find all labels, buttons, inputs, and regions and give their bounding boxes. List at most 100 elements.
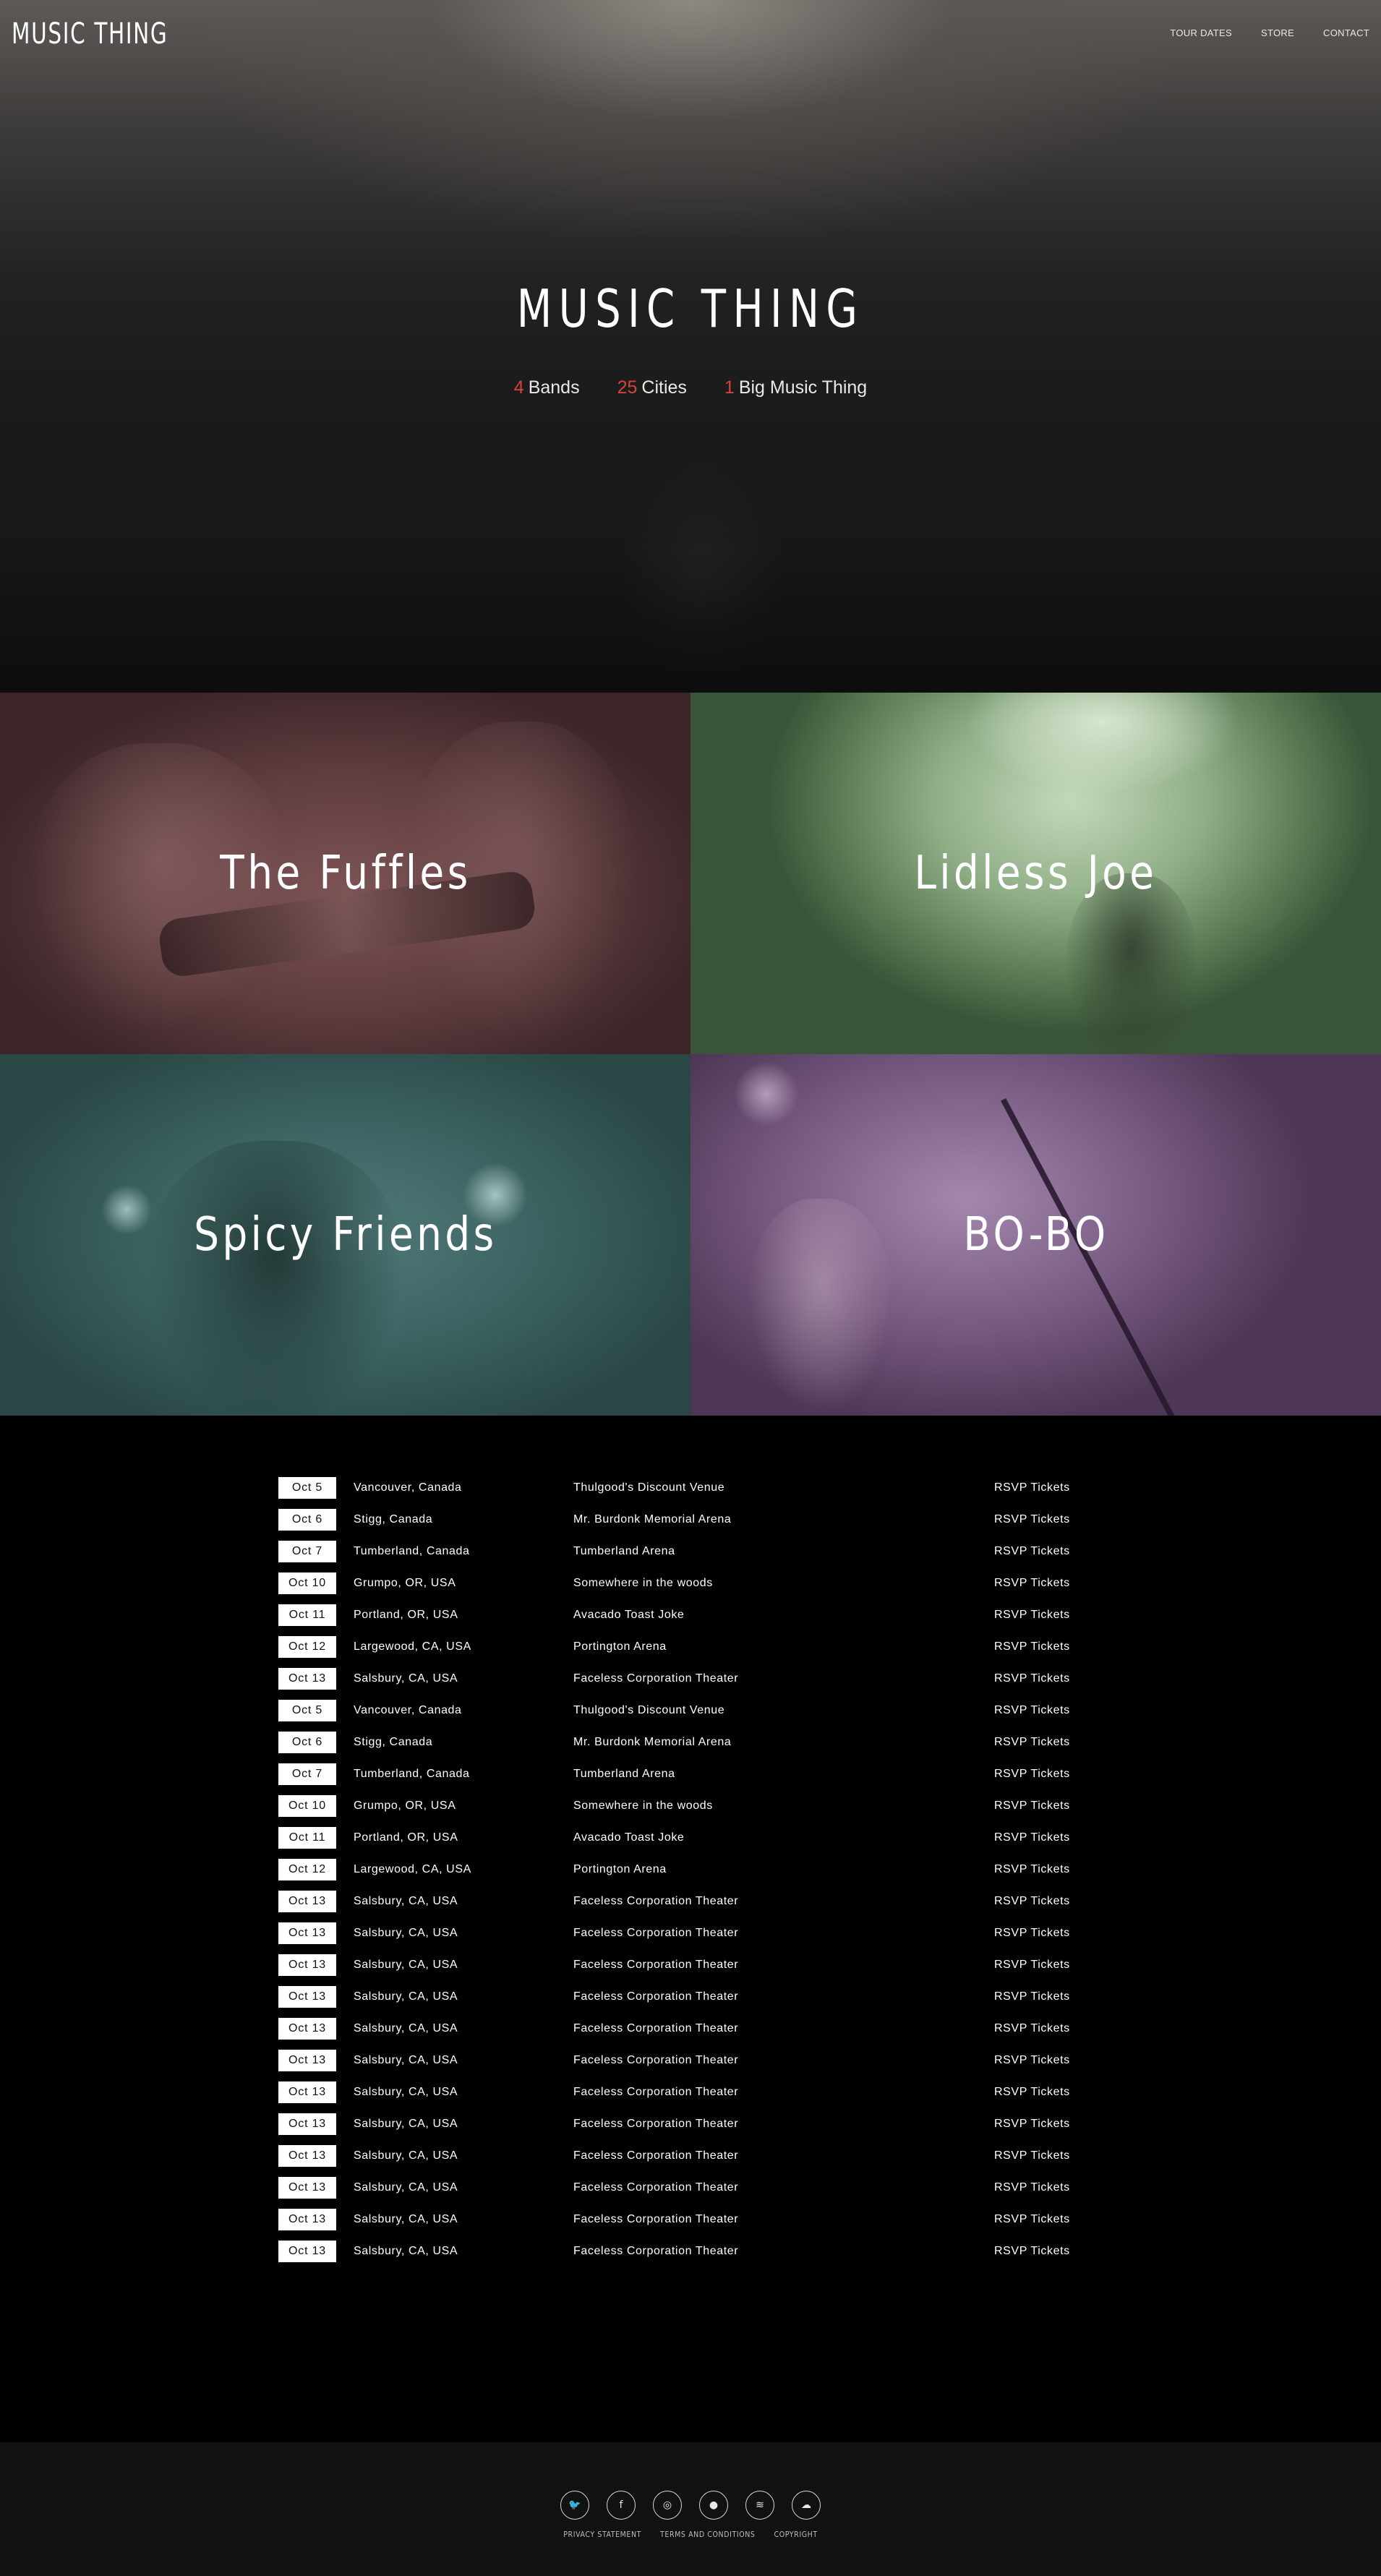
rsvp-tickets-link[interactable]: RSVP Tickets (994, 2245, 1070, 2258)
tour-city: Salsbury, CA, USA (354, 1672, 458, 1685)
rsvp-tickets-link[interactable]: RSVP Tickets (994, 1640, 1070, 1653)
rsvp-tickets-link[interactable]: RSVP Tickets (994, 2181, 1070, 2194)
tour-row: Oct 10 Grumpo, OR, USA Somewhere in the wo… (278, 1567, 1103, 1599)
tour-venue: Faceless Corporation Theater (573, 2022, 739, 2034)
footer-links: PRIVACY STATEMENT TERMS AND CONDITIONS C… (0, 2530, 1381, 2539)
band-tile-the-fuffles[interactable]: The Fuffles (0, 693, 690, 1054)
band-tile-lidless-joe[interactable]: Lidless Joe (690, 693, 1381, 1054)
tour-venue: Somewhere in the woods (573, 1800, 713, 1812)
facebook-icon[interactable]: f (607, 2491, 636, 2520)
tour-city: Salsbury, CA, USA (354, 1990, 458, 2003)
rsvp-tickets-link[interactable]: RSVP Tickets (994, 1513, 1070, 1526)
band-tile-bo-bo[interactable]: BO-BO (690, 1054, 1381, 1416)
tour-city: Stigg, Canada (354, 1736, 433, 1748)
tour-date-badge: Oct 13 (278, 1922, 336, 1944)
nav-store[interactable]: STORE (1261, 27, 1294, 38)
tour-venue: Mr. Burdonk Memorial Arena (573, 1736, 732, 1748)
rsvp-tickets-link[interactable]: RSVP Tickets (994, 2149, 1070, 2162)
rsvp-tickets-link[interactable]: RSVP Tickets (994, 2054, 1070, 2067)
rsvp-tickets-link[interactable]: RSVP Tickets (994, 1704, 1070, 1717)
circle-logo-icon[interactable]: ● (699, 2491, 728, 2520)
tour-row: Oct 10 Grumpo, OR, USA Somewhere in the wo… (278, 1790, 1103, 1822)
stat-label: Bands (528, 377, 580, 398)
tour-date-badge: Oct 6 (278, 1732, 336, 1753)
rsvp-tickets-link[interactable]: RSVP Tickets (994, 1831, 1070, 1844)
nav-contact[interactable]: CONTACT (1323, 27, 1369, 38)
soundcloud-icon[interactable]: ☁ (792, 2491, 821, 2520)
rsvp-tickets-link[interactable]: RSVP Tickets (994, 1577, 1070, 1590)
tour-row: Oct 6 Stigg, Canada Mr. Burdonk Memorial A… (278, 1726, 1103, 1758)
tour-row: Oct 13 Salsbury, CA, USA Faceless Corporat… (278, 2045, 1103, 2076)
tour-venue: Faceless Corporation Theater (573, 2245, 739, 2257)
tour-venue: Faceless Corporation Theater (573, 2118, 739, 2130)
rsvp-tickets-link[interactable]: RSVP Tickets (994, 1609, 1070, 1622)
rsvp-tickets-link[interactable]: RSVP Tickets (994, 1481, 1070, 1494)
tour-row: Oct 13 Salsbury, CA, USA Faceless Corporat… (278, 1917, 1103, 1949)
tour-city: Largewood, CA, USA (354, 1863, 471, 1875)
tour-city: Portland, OR, USA (354, 1609, 458, 1621)
rsvp-tickets-link[interactable]: RSVP Tickets (994, 1927, 1070, 1940)
tour-city: Salsbury, CA, USA (354, 1895, 458, 1907)
site-logo[interactable]: MUSIC THING (12, 17, 168, 51)
copyright-link[interactable]: COPYRIGHT (774, 2530, 818, 2539)
tour-row: Oct 12 Largewood, CA, USA Portington Arena… (278, 1854, 1103, 1886)
tour-row: Oct 13 Salsbury, CA, USA Faceless Corporat… (278, 1949, 1103, 1981)
rsvp-tickets-link[interactable]: RSVP Tickets (994, 1545, 1070, 1558)
instagram-icon[interactable]: ◎ (653, 2491, 682, 2520)
band-photo-figure (748, 1199, 893, 1416)
band-tile-spicy-friends[interactable]: Spicy Friends (0, 1054, 690, 1416)
stat-label: Big Music Thing (738, 377, 868, 398)
privacy-statement-link[interactable]: PRIVACY STATEMENT (563, 2530, 641, 2539)
rsvp-tickets-link[interactable]: RSVP Tickets (994, 1895, 1070, 1908)
tour-city: Salsbury, CA, USA (354, 1959, 458, 1971)
tour-date-badge: Oct 13 (278, 2209, 336, 2230)
band-photo-stage-light (965, 693, 1240, 794)
rsvp-tickets-link[interactable]: RSVP Tickets (994, 1863, 1070, 1876)
rsvp-tickets-link[interactable]: RSVP Tickets (994, 2213, 1070, 2226)
tour-venue: Faceless Corporation Theater (573, 1927, 739, 1939)
tour-date-badge: Oct 13 (278, 1891, 336, 1912)
rsvp-tickets-link[interactable]: RSVP Tickets (994, 1959, 1070, 1972)
tour-venue: Faceless Corporation Theater (573, 2213, 739, 2225)
tour-row: Oct 13 Salsbury, CA, USA Faceless Corporat… (278, 2172, 1103, 2204)
nav-tour-dates[interactable]: TOUR DATES (1170, 27, 1232, 38)
rsvp-tickets-link[interactable]: RSVP Tickets (994, 1736, 1070, 1749)
tour-date-badge: Oct 13 (278, 2145, 336, 2167)
tour-city: Salsbury, CA, USA (354, 2086, 458, 2098)
tour-venue: Faceless Corporation Theater (573, 2086, 739, 2098)
tour-city: Tumberland, Canada (354, 1768, 470, 1780)
tour-row: Oct 13 Salsbury, CA, USA Faceless Corporat… (278, 2076, 1103, 2108)
tour-venue: Faceless Corporation Theater (573, 2054, 739, 2066)
tour-row: Oct 7 Tumberland, Canada Tumberland Arena R… (278, 1758, 1103, 1790)
tour-venue: Faceless Corporation Theater (573, 2149, 739, 2162)
rsvp-tickets-link[interactable]: RSVP Tickets (994, 1672, 1070, 1685)
tour-date-badge: Oct 13 (278, 2018, 336, 2040)
tour-date-badge: Oct 11 (278, 1827, 336, 1849)
rsvp-tickets-link[interactable]: RSVP Tickets (994, 1768, 1070, 1781)
tour-venue: Avacado Toast Joke (573, 1609, 685, 1621)
spotify-icon[interactable]: ≋ (745, 2491, 774, 2520)
band-name: Spicy Friends (193, 1208, 497, 1262)
rsvp-tickets-link[interactable]: RSVP Tickets (994, 2086, 1070, 2099)
rsvp-tickets-link[interactable]: RSVP Tickets (994, 1800, 1070, 1813)
tour-row: Oct 13 Salsbury, CA, USA Faceless Corporat… (278, 1663, 1103, 1695)
rsvp-tickets-link[interactable]: RSVP Tickets (994, 2022, 1070, 2035)
tour-row: Oct 13 Salsbury, CA, USA Faceless Corporat… (278, 2204, 1103, 2235)
tour-city: Vancouver, Canada (354, 1481, 462, 1494)
stat-bands: 4 Bands (514, 377, 580, 398)
tour-venue: Faceless Corporation Theater (573, 2181, 739, 2194)
rsvp-tickets-link[interactable]: RSVP Tickets (994, 1990, 1070, 2003)
terms-and-conditions-link[interactable]: TERMS AND CONDITIONS (660, 2530, 755, 2539)
tour-city: Portland, OR, USA (354, 1831, 458, 1844)
tour-row: Oct 13 Salsbury, CA, USA Faceless Corporat… (278, 2013, 1103, 2045)
tour-venue: Thulgood's Discount Venue (573, 1704, 725, 1716)
tour-venue: Somewhere in the woods (573, 1577, 713, 1589)
twitter-icon[interactable]: 🐦 (560, 2491, 589, 2520)
rsvp-tickets-link[interactable]: RSVP Tickets (994, 2118, 1070, 2131)
tour-row: Oct 11 Portland, OR, USA Avacado Toast Jok… (278, 1822, 1103, 1854)
band-photo-figure (145, 1141, 405, 1416)
tour-date-badge: Oct 13 (278, 2177, 336, 2199)
social-links: 🐦 f ◎ ● ≋ ☁ (0, 2491, 1381, 2520)
tour-venue: Faceless Corporation Theater (573, 1990, 739, 2003)
tour-venue: Mr. Burdonk Memorial Arena (573, 1513, 732, 1526)
